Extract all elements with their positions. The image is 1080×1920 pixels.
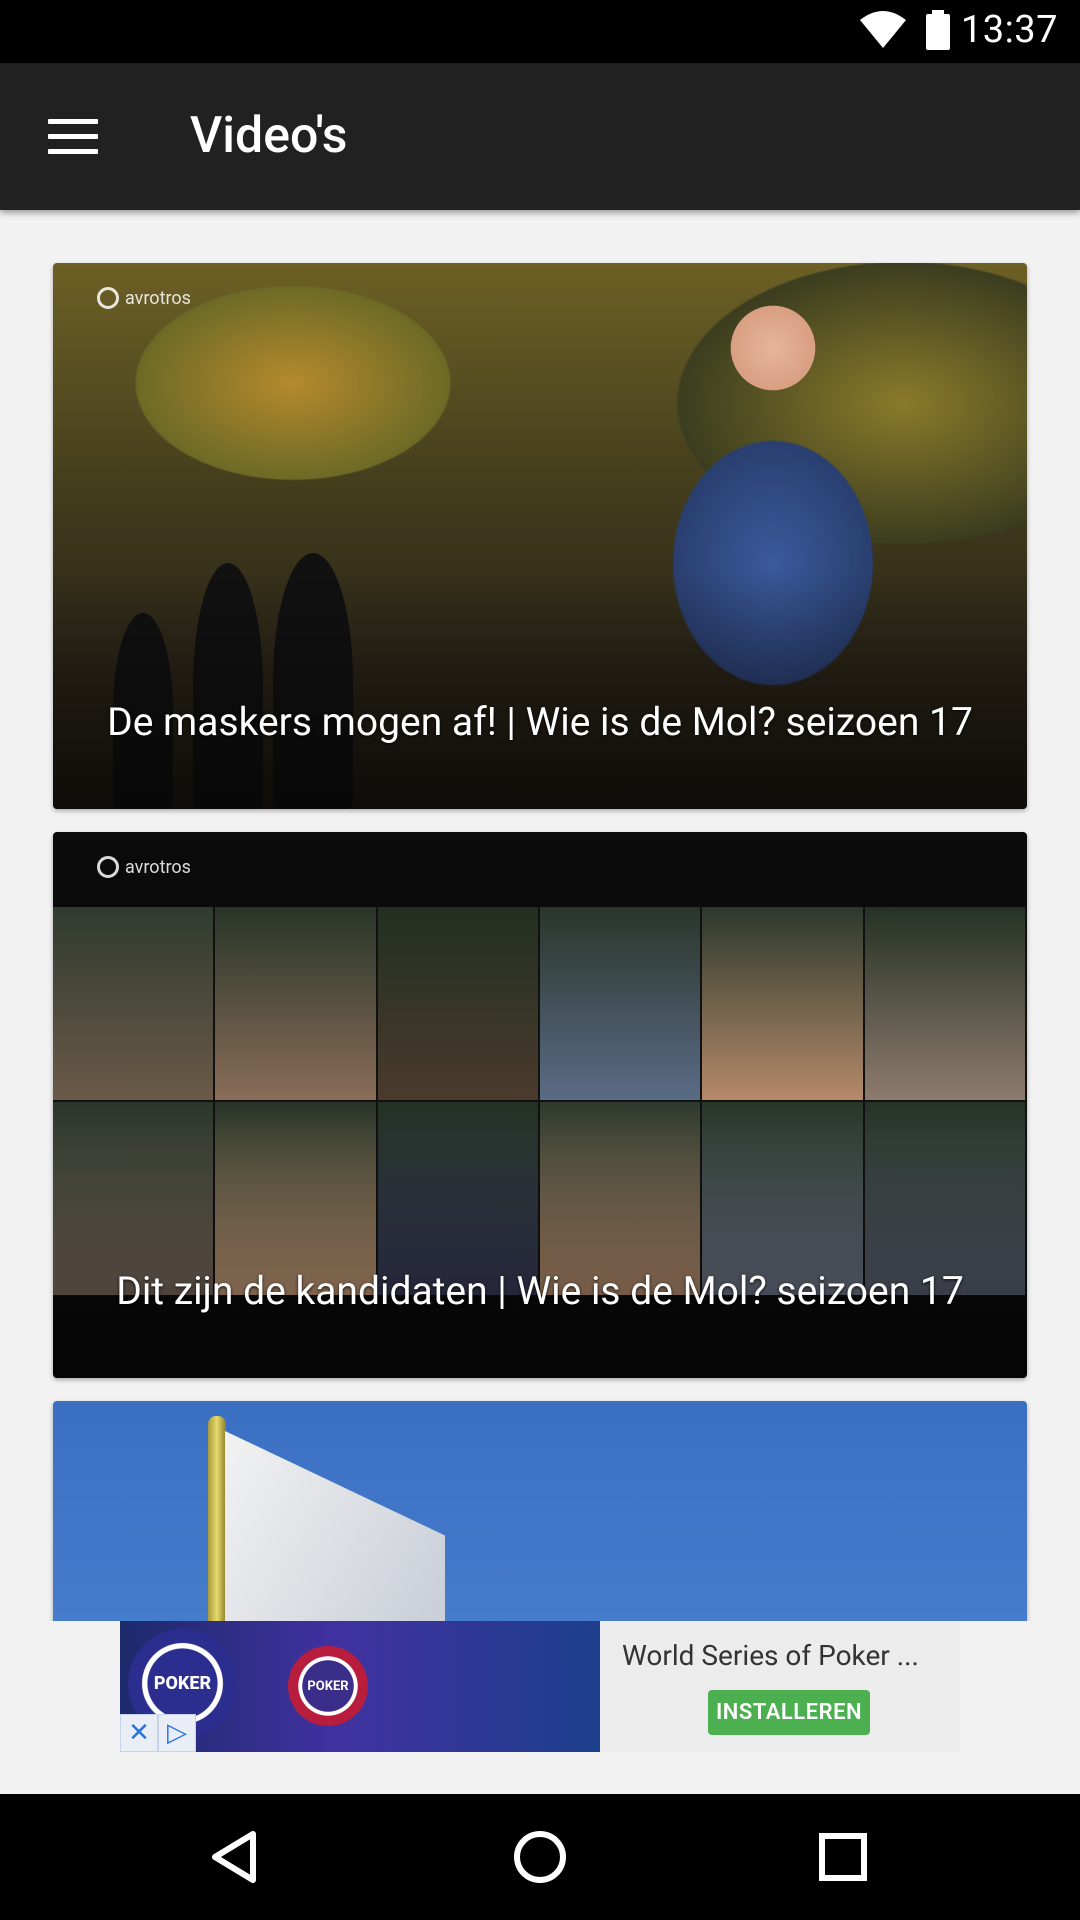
ad-title: World Series of Poker ... bbox=[622, 1639, 919, 1672]
recents-icon[interactable] bbox=[808, 1822, 878, 1892]
back-icon[interactable] bbox=[201, 1822, 271, 1892]
home-icon[interactable] bbox=[505, 1822, 575, 1892]
menu-icon[interactable] bbox=[38, 109, 108, 165]
video-card[interactable]: avrotros Dit zijn de kandidaten | Wie is… bbox=[53, 832, 1027, 1378]
adchoices-icon[interactable]: ▷ bbox=[158, 1714, 196, 1752]
video-title: Dit zijn de kandidaten | Wie is de Mol? … bbox=[116, 1268, 964, 1314]
ad-close-icon[interactable]: ✕ bbox=[120, 1714, 158, 1752]
ad-logo-icon: POKER bbox=[288, 1646, 368, 1726]
video-card[interactable] bbox=[53, 1401, 1027, 1621]
ad-banner[interactable]: POKER POKER World Series of Poker ... IN… bbox=[120, 1621, 960, 1752]
navigation-bar bbox=[0, 1794, 1080, 1920]
video-list[interactable]: avrotros De maskers mogen af! | Wie is d… bbox=[0, 210, 1080, 1621]
page-title: Video's bbox=[190, 107, 348, 165]
channel-logo: avrotros bbox=[97, 856, 191, 878]
channel-logo: avrotros bbox=[97, 287, 191, 309]
install-button[interactable]: INSTALLEREN bbox=[708, 1690, 870, 1735]
video-card[interactable]: avrotros De maskers mogen af! | Wie is d… bbox=[53, 263, 1027, 809]
status-bar: 13:37 bbox=[0, 0, 1080, 63]
status-time: 13:37 bbox=[960, 8, 1058, 52]
video-thumbnail bbox=[53, 1401, 1027, 1621]
wifi-icon bbox=[860, 11, 906, 48]
battery-icon bbox=[926, 10, 950, 50]
video-title: De maskers mogen af! | Wie is de Mol? se… bbox=[107, 699, 973, 745]
app-bar: Video's bbox=[0, 63, 1080, 210]
